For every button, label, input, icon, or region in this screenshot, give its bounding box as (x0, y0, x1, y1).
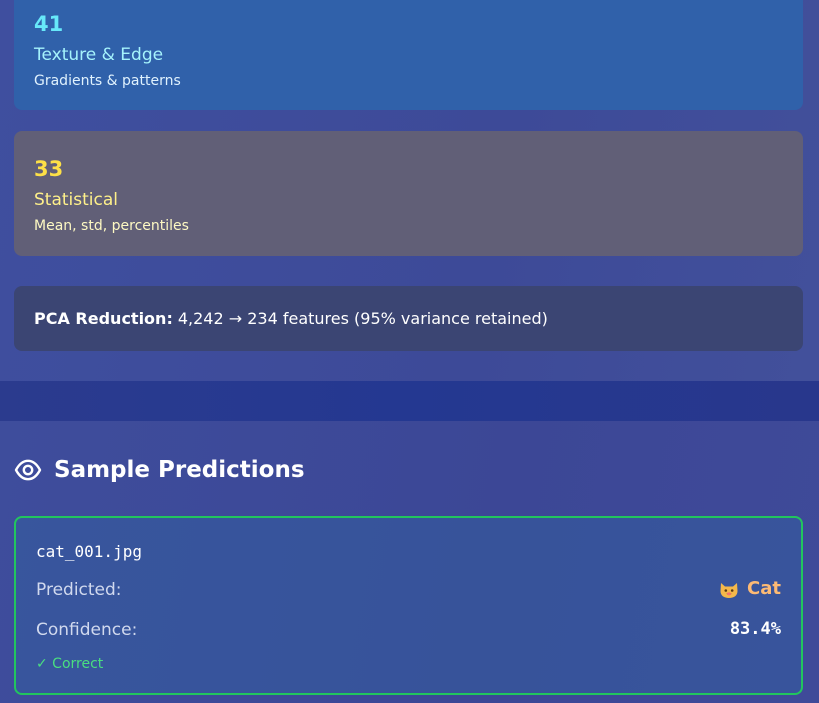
feature-count: 41 (34, 12, 64, 36)
feature-description: Gradients & patterns (34, 73, 181, 89)
feature-panel: 41 Texture & Edge Gradients & patterns 3… (0, 0, 819, 381)
eye-icon (14, 459, 42, 481)
predicted-class: Cat (747, 578, 781, 599)
pca-summary: PCA Reduction: 4,242 → 234 features (95%… (14, 286, 803, 351)
confidence-value: 83.4% (729, 619, 781, 639)
feature-count: 33 (34, 157, 64, 181)
pca-label: PCA Reduction: (34, 309, 173, 328)
section-title: Sample Predictions (54, 457, 305, 483)
prediction-card[interactable]: cat_001.jpg Predicted: Cat Confidence: 8… (14, 516, 803, 695)
feature-card-statistical: 33 Statistical Mean, std, percentiles (14, 131, 803, 256)
cat-face-icon (719, 579, 739, 599)
feature-description: Mean, std, percentiles (34, 218, 189, 234)
prediction-filename: cat_001.jpg (36, 542, 142, 561)
pca-text: 4,242 → 234 features (95% variance retai… (177, 309, 548, 328)
feature-title: Statistical (34, 190, 118, 210)
feature-card-texture: 41 Texture & Edge Gradients & patterns (14, 0, 803, 110)
section-divider (0, 381, 819, 421)
predictions-header: Sample Predictions (14, 452, 305, 488)
predicted-value: Cat (719, 578, 781, 599)
status-badge: ✓ Correct (36, 656, 104, 672)
feature-title: Texture & Edge (34, 45, 164, 65)
confidence-label: Confidence: (36, 620, 138, 640)
predicted-label: Predicted: (36, 580, 122, 600)
